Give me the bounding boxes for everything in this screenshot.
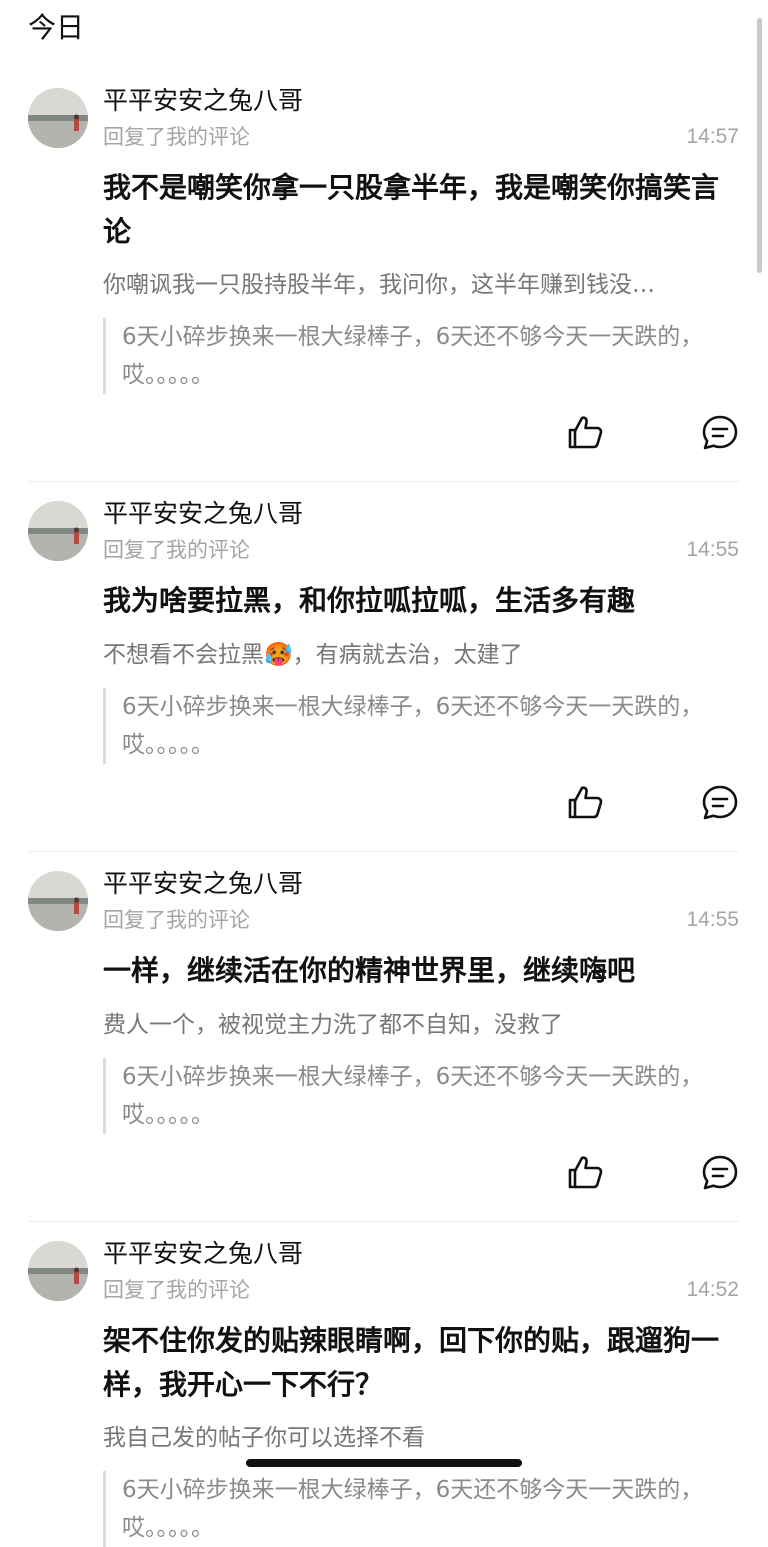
- avatar-image: [28, 501, 88, 561]
- thumbs-up-icon: [568, 786, 603, 819]
- comment-text[interactable]: 我不是嘲笑你拿一只股拿半年，我是嘲笑你搞笑言论: [103, 166, 733, 254]
- username[interactable]: 平平安安之兔八哥: [103, 86, 303, 116]
- avatar[interactable]: [28, 88, 88, 148]
- reply-action-label: 回复了我的评论: [103, 908, 250, 932]
- timestamp: 14:55: [686, 538, 739, 561]
- reply-button[interactable]: [700, 783, 740, 823]
- replied-comment-text[interactable]: 我自己发的帖子你可以选择不看: [103, 1423, 728, 1453]
- username[interactable]: 平平安安之兔八哥: [103, 499, 303, 529]
- replied-comment-text[interactable]: 不想看不会拉黑🥵，有病就去治，太建了: [103, 640, 728, 670]
- original-post-quote[interactable]: 6天小碎步换来一根大绿棒子，6天还不够今天一天跌的，哎。。。。。: [103, 1058, 728, 1134]
- avatar-image: [28, 1241, 88, 1301]
- thumbs-up-icon: [568, 416, 603, 449]
- original-post-quote[interactable]: 6天小碎步换来一根大绿棒子，6天还不够今天一天跌的，哎。。。。。: [103, 318, 728, 394]
- divider: [28, 1221, 739, 1222]
- divider: [28, 481, 739, 482]
- reply-action-label: 回复了我的评论: [103, 125, 250, 149]
- comment-bubble-icon: [702, 415, 738, 450]
- timestamp: 14:52: [686, 1278, 739, 1301]
- reply-button[interactable]: [700, 1153, 740, 1193]
- timestamp: 14:57: [686, 125, 739, 148]
- like-button[interactable]: [566, 783, 606, 823]
- username[interactable]: 平平安安之兔八哥: [103, 1239, 303, 1269]
- thumbs-up-icon: [568, 1156, 603, 1189]
- avatar[interactable]: [28, 871, 88, 931]
- original-post-quote[interactable]: 6天小碎步换来一根大绿棒子，6天还不够今天一天跌的，哎。。。。。: [103, 688, 728, 764]
- reply-action-label: 回复了我的评论: [103, 1278, 250, 1302]
- comment-text[interactable]: 架不住你发的贴辣眼睛啊，回下你的贴，跟遛狗一样，我开心一下不行？: [103, 1319, 733, 1407]
- comment-bubble-icon: [702, 785, 738, 820]
- replied-comment-text[interactable]: 你嘲讽我一只股持股半年，我问你，这半年赚到钱没…: [103, 270, 728, 300]
- username[interactable]: 平平安安之兔八哥: [103, 869, 303, 899]
- reply-button[interactable]: [700, 413, 740, 453]
- timestamp: 14:55: [686, 908, 739, 931]
- comment-text[interactable]: 一样，继续活在你的精神世界里，继续嗨吧: [103, 949, 733, 993]
- avatar-image: [28, 88, 88, 148]
- home-indicator[interactable]: [246, 1459, 522, 1467]
- avatar-image: [28, 871, 88, 931]
- replied-comment-text[interactable]: 费人一个，被视觉主力洗了都不自知，没救了: [103, 1010, 728, 1040]
- original-post-quote[interactable]: 6天小碎步换来一根大绿棒子，6天还不够今天一天跌的，哎。。。。。: [103, 1471, 728, 1547]
- reply-action-label: 回复了我的评论: [103, 538, 250, 562]
- comment-bubble-icon: [702, 1155, 738, 1190]
- like-button[interactable]: [566, 413, 606, 453]
- like-button[interactable]: [566, 1153, 606, 1193]
- scrollbar[interactable]: [757, 18, 762, 273]
- avatar[interactable]: [28, 501, 88, 561]
- avatar[interactable]: [28, 1241, 88, 1301]
- divider: [28, 851, 739, 852]
- comment-text[interactable]: 我为啥要拉黑，和你拉呱拉呱，生活多有趣: [103, 579, 733, 623]
- section-title-today: 今日: [28, 11, 85, 44]
